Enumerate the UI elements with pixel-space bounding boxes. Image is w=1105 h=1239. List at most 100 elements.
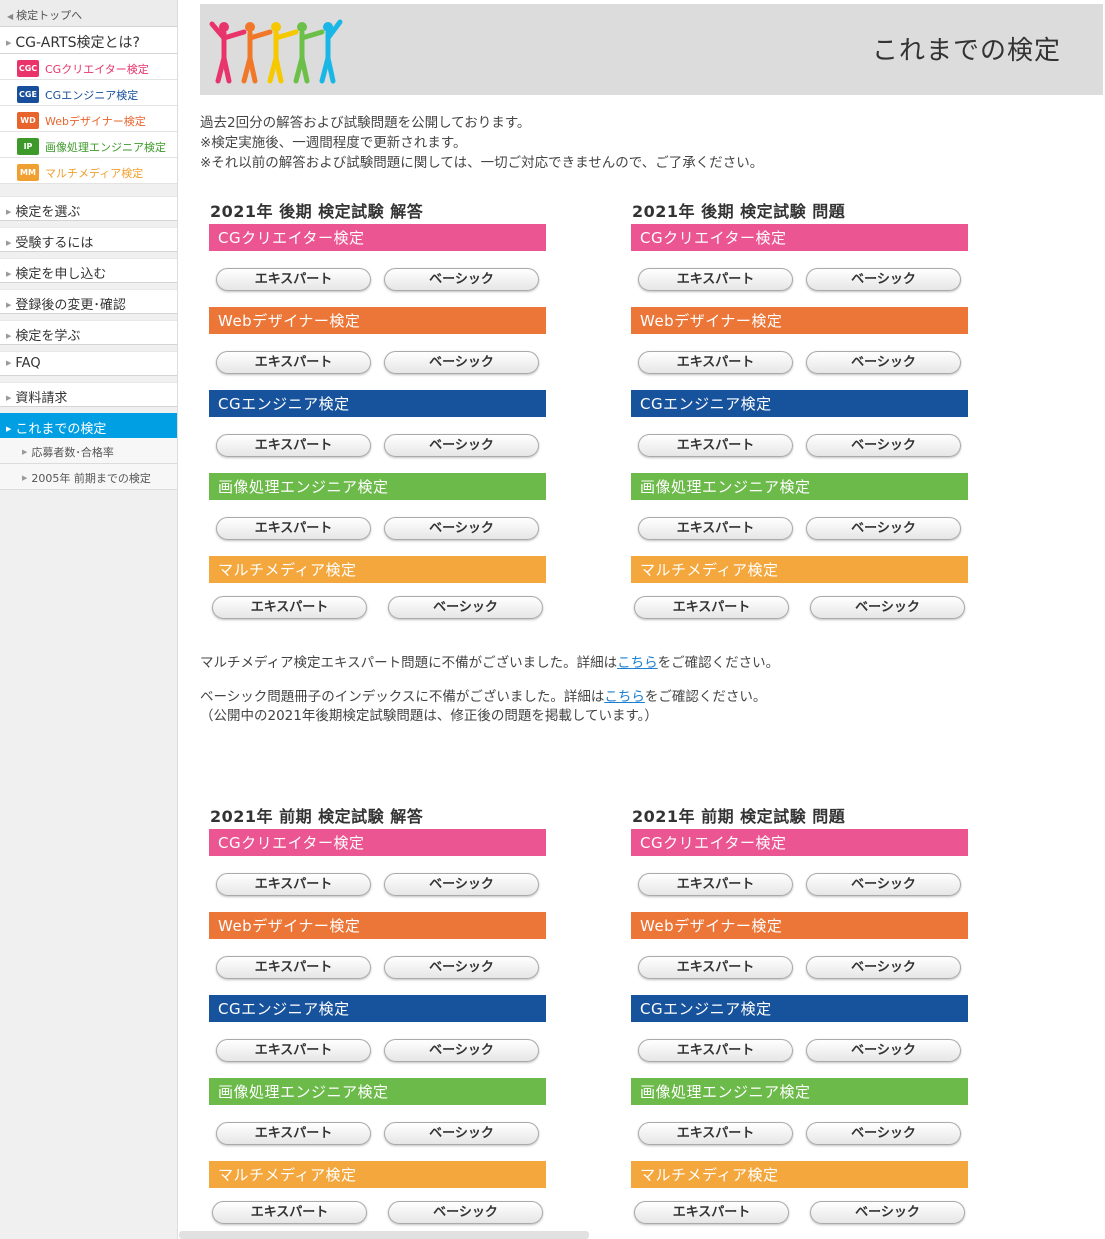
sidebar-exam-cg-creator[interactable]: CGC CGクリエイター検定	[0, 54, 177, 80]
answers-column-2021-early: 2021年 前期 検定試験 解答 CGクリエイター検定 エキスパート ベーシック Web…	[209, 803, 549, 1239]
cg-creator-basic-button[interactable]: ベーシック	[384, 873, 539, 896]
web-designer-expert-button[interactable]: エキスパート	[638, 956, 793, 979]
note-multimedia: マルチメディア検定エキスパート問題に不備がございました。詳細はこちらをご確認くだ…	[200, 654, 779, 673]
sidebar-exam-label: Webデザイナー検定	[45, 114, 146, 128]
top-link[interactable]: ◀ 検定トップへ	[0, 0, 177, 27]
chevron-right-icon: ▶	[6, 270, 12, 278]
multimedia-basic-button[interactable]: ベーシック	[388, 596, 543, 619]
cg-creator-basic-button[interactable]: ベーシック	[384, 268, 539, 291]
button-row: エキスパート ベーシック	[631, 417, 971, 473]
cg-creator-basic-button[interactable]: ベーシック	[806, 268, 961, 291]
sidebar-exam-web-designer[interactable]: WD Webデザイナー検定	[0, 106, 177, 132]
sidebar-sub-before-2005[interactable]: ▶ 2005年 前期までの検定	[0, 464, 177, 490]
image-processing-expert-button[interactable]: エキスパート	[638, 517, 793, 540]
chevron-right-icon: ▶	[22, 474, 28, 482]
web-designer-basic-button[interactable]: ベーシック	[384, 351, 539, 374]
web-designer-basic-button[interactable]: ベーシック	[806, 956, 961, 979]
sidebar-item-label: 受験するには	[15, 236, 94, 251]
questions-heading: 2021年 前期 検定試験 問題	[632, 807, 846, 826]
cg-engineer-expert-button[interactable]: エキスパート	[638, 434, 793, 457]
sidebar-sub-applicants[interactable]: ▶ 応募者数･合格率	[0, 438, 177, 464]
chevron-right-icon: ▶	[6, 239, 12, 247]
cg-creator-expert-button[interactable]: エキスパート	[638, 873, 793, 896]
multimedia-expert-button[interactable]: エキスパート	[212, 596, 367, 619]
category-bar-multimedia: マルチメディア検定	[631, 556, 968, 583]
category-bar-multimedia: マルチメディア検定	[631, 1161, 968, 1188]
button-row: エキスパート ベーシック	[631, 1188, 971, 1239]
image-processing-basic-button[interactable]: ベーシック	[384, 1122, 539, 1145]
questions-column-2021-late: 2021年 後期 検定試験 問題 CGクリエイター検定 エキスパート ベーシック Web…	[631, 198, 971, 639]
image-processing-expert-button[interactable]: エキスパート	[216, 1122, 371, 1145]
sidebar-item-request-docs[interactable]: ▶ 資料請求	[0, 382, 177, 407]
sidebar-sub-label: 2005年 前期までの検定	[31, 472, 151, 485]
image-processing-basic-button[interactable]: ベーシック	[384, 517, 539, 540]
intro-line: 過去2回分の解答および試験問題を公開しております。	[200, 115, 531, 131]
sidebar-exam-image-processing[interactable]: IP 画像処理エンジニア検定	[0, 132, 177, 158]
multimedia-basic-button[interactable]: ベーシック	[388, 1201, 543, 1224]
category-bar-cg-creator: CGクリエイター検定	[209, 224, 546, 251]
chevron-right-icon: ▶	[22, 448, 28, 456]
web-designer-basic-button[interactable]: ベーシック	[384, 956, 539, 979]
answers-heading: 2021年 後期 検定試験 解答	[210, 202, 424, 221]
sidebar-item-change-confirm[interactable]: ▶ 登録後の変更･確認	[0, 289, 177, 314]
cg-engineer-expert-button[interactable]: エキスパート	[216, 434, 371, 457]
cg-engineer-icon: CGE	[17, 86, 39, 103]
multimedia-expert-button[interactable]: エキスパート	[634, 596, 789, 619]
sidebar-item-label: 検定を申し込む	[15, 267, 107, 282]
sidebar-item-choose[interactable]: ▶ 検定を選ぶ	[0, 196, 177, 221]
category-bar-image-processing: 画像処理エンジニア検定	[631, 473, 968, 500]
sidebar-item-faq[interactable]: ▶ FAQ	[0, 351, 177, 376]
button-row: エキスパート ベーシック	[631, 500, 971, 556]
sidebar-item-label: CG-ARTS検定とは?	[15, 35, 140, 51]
cg-engineer-basic-button[interactable]: ベーシック	[384, 434, 539, 457]
cg-engineer-basic-button[interactable]: ベーシック	[806, 1039, 961, 1062]
cg-engineer-expert-button[interactable]: エキスパート	[216, 1039, 371, 1062]
image-processing-expert-button[interactable]: エキスパート	[216, 517, 371, 540]
multimedia-basic-button[interactable]: ベーシック	[810, 1201, 965, 1224]
sidebar-item-learn[interactable]: ▶ 検定を学ぶ	[0, 320, 177, 345]
note-link[interactable]: こちら	[617, 655, 658, 671]
image-processing-basic-button[interactable]: ベーシック	[806, 517, 961, 540]
web-designer-icon: WD	[17, 112, 39, 129]
button-row: エキスパート ベーシック	[631, 856, 971, 912]
cg-creator-expert-button[interactable]: エキスパート	[216, 268, 371, 291]
chevron-right-icon: ▶	[6, 394, 12, 402]
note-link[interactable]: こちら	[604, 689, 645, 705]
button-row: エキスパート ベーシック	[631, 1105, 971, 1161]
cg-engineer-basic-button[interactable]: ベーシック	[384, 1039, 539, 1062]
sidebar-item-about[interactable]: ▶ CG-ARTS検定とは?	[0, 27, 177, 54]
cg-creator-expert-button[interactable]: エキスパート	[638, 268, 793, 291]
notes: マルチメディア検定エキスパート問題に不備がございました。詳細はこちらをご確認くだ…	[200, 654, 779, 726]
button-row: エキスパート ベーシック	[209, 939, 549, 995]
multimedia-basic-button[interactable]: ベーシック	[810, 596, 965, 619]
category-bar-cg-creator: CGクリエイター検定	[631, 829, 968, 856]
category-bar-web-designer: Webデザイナー検定	[631, 912, 968, 939]
sidebar-item-apply[interactable]: ▶ 検定を申し込む	[0, 258, 177, 283]
chevron-right-icon: ▶	[6, 208, 12, 216]
chevron-right-icon: ▶	[6, 425, 12, 433]
button-row: エキスパート ベーシック	[631, 251, 971, 307]
horizontal-scrollbar[interactable]	[179, 1231, 589, 1239]
sidebar-exam-multimedia[interactable]: MM マルチメディア検定	[0, 158, 177, 184]
note-text: ベーシック問題冊子のインデックスに不備がございました。詳細は	[200, 689, 605, 705]
cg-engineer-expert-button[interactable]: エキスパート	[638, 1039, 793, 1062]
web-designer-expert-button[interactable]: エキスパート	[216, 351, 371, 374]
cg-creator-basic-button[interactable]: ベーシック	[806, 873, 961, 896]
web-designer-expert-button[interactable]: エキスパート	[638, 351, 793, 374]
sidebar-exam-cg-engineer[interactable]: CGE CGエンジニア検定	[0, 80, 177, 106]
multimedia-expert-button[interactable]: エキスパート	[634, 1201, 789, 1224]
cg-creator-expert-button[interactable]: エキスパート	[216, 873, 371, 896]
category-bar-cg-creator: CGクリエイター検定	[209, 829, 546, 856]
button-row: エキスパート ベーシック	[209, 1022, 549, 1078]
web-designer-basic-button[interactable]: ベーシック	[806, 351, 961, 374]
image-processing-expert-button[interactable]: エキスパート	[638, 1122, 793, 1145]
sidebar-item-past-exams[interactable]: ▶ これまでの検定	[0, 413, 177, 438]
questions-heading: 2021年 後期 検定試験 問題	[632, 202, 846, 221]
intro-text: 過去2回分の解答および試験問題を公開しております。 ※検定実施後、一週間程度で更…	[200, 113, 763, 173]
image-processing-basic-button[interactable]: ベーシック	[806, 1122, 961, 1145]
category-bar-cg-creator: CGクリエイター検定	[631, 224, 968, 251]
web-designer-expert-button[interactable]: エキスパート	[216, 956, 371, 979]
multimedia-expert-button[interactable]: エキスパート	[212, 1201, 367, 1224]
sidebar-item-how-to-take[interactable]: ▶ 受験するには	[0, 227, 177, 252]
cg-engineer-basic-button[interactable]: ベーシック	[806, 434, 961, 457]
